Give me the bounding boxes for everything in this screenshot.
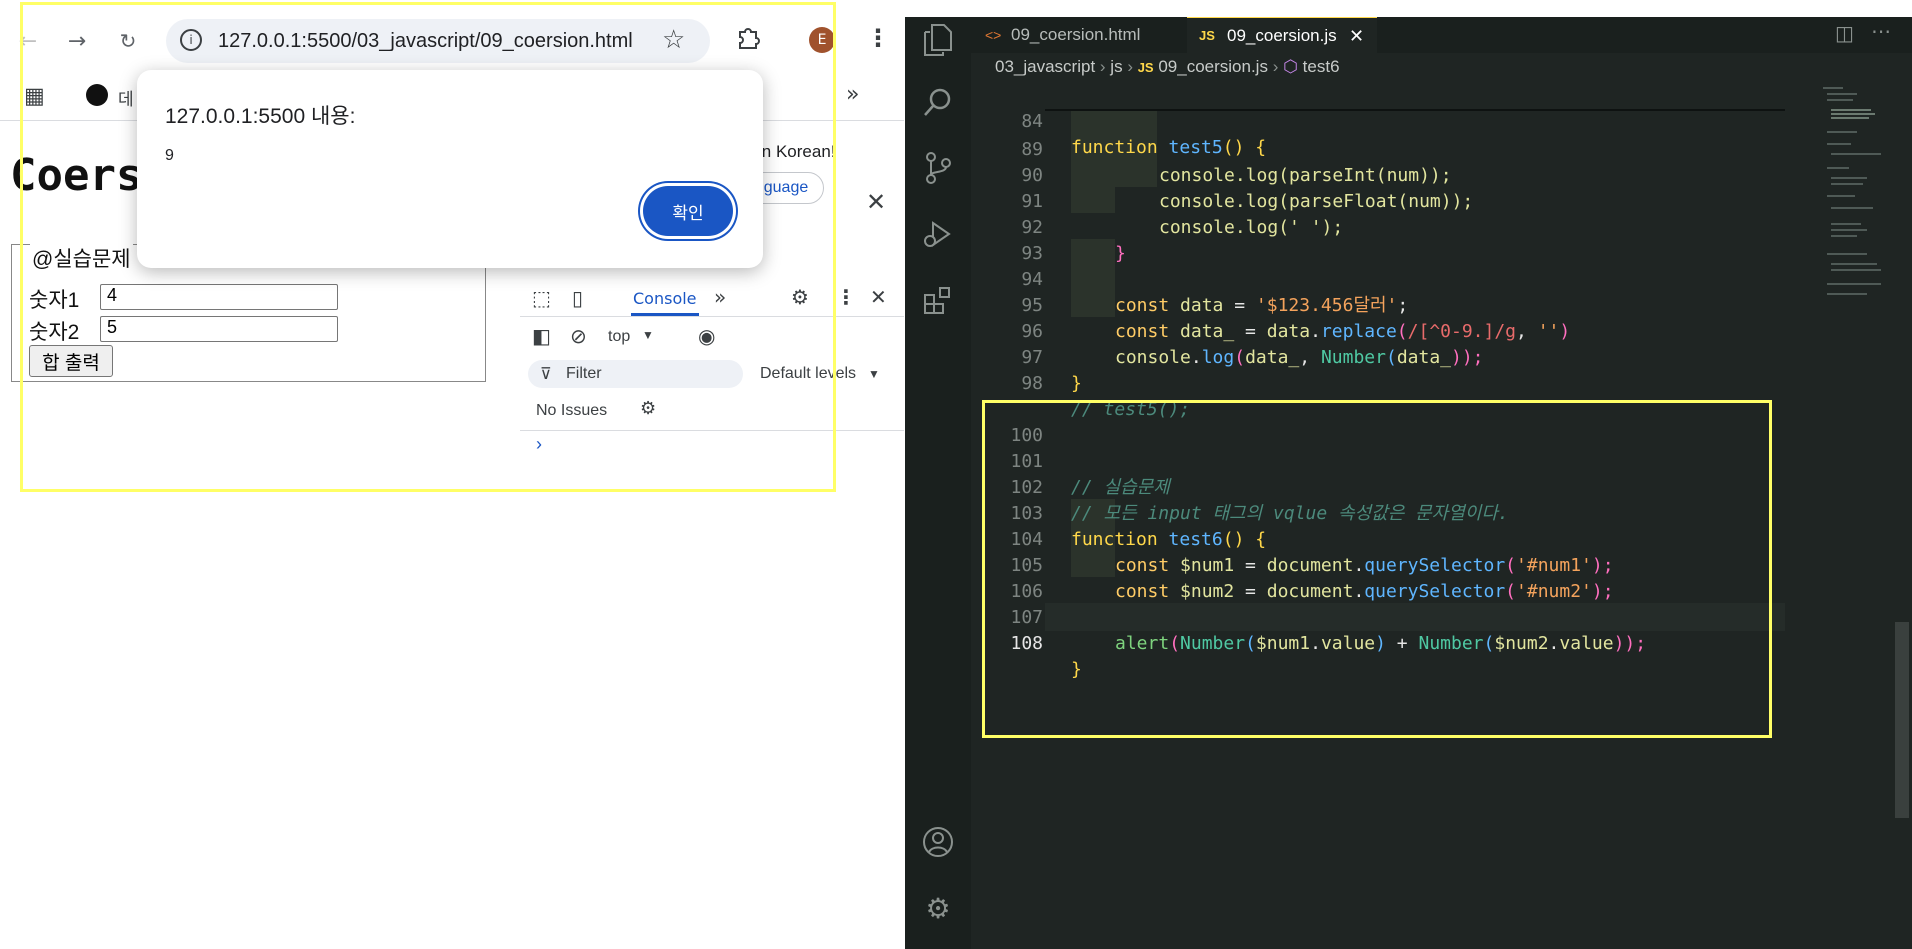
- html-file-icon: <>: [985, 27, 1002, 43]
- editor-tabs: <> 09_coersion.html JS 09_coersion.js ✕ …: [971, 17, 1912, 54]
- chevron-right-icon: ›: [1272, 57, 1284, 76]
- devtools-close-icon[interactable]: ✕: [870, 285, 887, 309]
- run-debug-icon[interactable]: [917, 213, 959, 255]
- bookmarks-overflow-icon[interactable]: »: [846, 82, 859, 107]
- tab-09-coersion-html[interactable]: <> 09_coersion.html: [971, 17, 1187, 53]
- chevron-right-icon: ›: [1099, 57, 1111, 76]
- js-file-icon: JS: [1137, 60, 1154, 75]
- minimap[interactable]: [1821, 83, 1891, 323]
- code-line: 93: [971, 215, 1811, 264]
- code-line: 96 console.log(data_, Number(data_));: [971, 293, 1811, 368]
- accounts-icon[interactable]: [917, 821, 959, 863]
- vscode-window: ⚙ <> 09_coersion.html JS 09_coersion.js …: [905, 17, 1912, 949]
- highlight-box-code: [982, 400, 1772, 738]
- code-line: 90 console.log(parseFloat(num));: [971, 137, 1811, 212]
- split-editor-icon[interactable]: ◫: [1835, 21, 1854, 45]
- breadcrumb-folder[interactable]: 03_javascript: [995, 57, 1095, 76]
- vertical-scrollbar[interactable]: [1895, 622, 1909, 818]
- editor-more-icon[interactable]: ⋯: [1871, 19, 1891, 43]
- more-menu-icon[interactable]: ⋮: [866, 24, 890, 52]
- code-line: 92 }: [971, 189, 1811, 264]
- explorer-icon[interactable]: [917, 19, 959, 61]
- tab-09-coersion-js[interactable]: JS 09_coersion.js ✕: [1187, 17, 1377, 54]
- activity-bar: ⚙: [905, 17, 971, 949]
- code-line: 97 }: [971, 319, 1811, 394]
- tab-label: 09_coersion.js: [1227, 26, 1337, 45]
- breadcrumb-subfolder[interactable]: js: [1110, 57, 1122, 76]
- log-levels-dropdown-icon[interactable]: ▼: [868, 367, 880, 381]
- function-symbol-icon: ⬡: [1283, 57, 1298, 76]
- translate-close-icon[interactable]: ✕: [866, 188, 886, 216]
- devtools-menu-icon[interactable]: ⋮: [836, 285, 856, 309]
- code-line: 89 console.log(parseInt(num));: [971, 111, 1811, 186]
- js-file-icon: JS: [1199, 28, 1215, 43]
- chevron-right-icon: ›: [1127, 57, 1138, 76]
- code-line: 94 const data = '$123.456달러';: [971, 241, 1811, 316]
- breadcrumb: 03_javascript › js › JS 09_coersion.js ›…: [995, 57, 1340, 77]
- source-control-icon[interactable]: [917, 147, 959, 189]
- manage-gear-icon[interactable]: ⚙: [917, 887, 959, 929]
- breadcrumb-symbol[interactable]: test6: [1303, 57, 1340, 76]
- search-icon[interactable]: [917, 81, 959, 123]
- code-line: 84 function test5() {: [971, 83, 1811, 158]
- browser-window: ← → ↻ i 127.0.0.1:5500/03_javascript/09_…: [0, 0, 904, 949]
- code-line: 91 console.log(' ');: [971, 163, 1811, 238]
- highlight-box-browser: [20, 2, 836, 492]
- code-line: 99: [971, 367, 1811, 383]
- breadcrumb-file[interactable]: 09_coersion.js: [1158, 57, 1268, 76]
- extensions-icon[interactable]: [917, 279, 959, 321]
- close-tab-icon[interactable]: ✕: [1349, 18, 1364, 54]
- tab-label: 09_coersion.html: [1011, 25, 1141, 44]
- code-line: 95 const data_ = data.replace(/[^0-9.]/g…: [971, 267, 1811, 342]
